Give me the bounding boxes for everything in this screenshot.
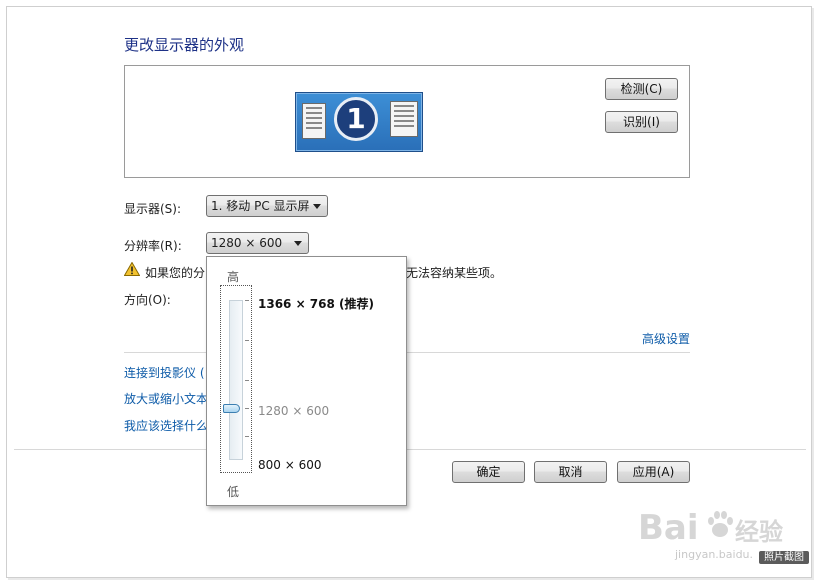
slider-tick bbox=[245, 436, 249, 437]
warning-icon bbox=[124, 262, 140, 276]
display-label: 显示器(S): bbox=[124, 202, 182, 216]
monitor-thumbnail-window-right bbox=[390, 101, 418, 137]
slider-high-label: 高 bbox=[227, 270, 240, 284]
text-size-link[interactable]: 放大或缩小文本 bbox=[124, 390, 208, 407]
footer-divider bbox=[14, 449, 806, 450]
ok-button[interactable]: 确定 bbox=[452, 461, 525, 483]
warning-text-end: 无法容纳某些项。 bbox=[406, 266, 503, 280]
display-select[interactable]: 1. 移动 PC 显示屏 bbox=[206, 195, 328, 217]
baidu-watermark-brand: Bai bbox=[638, 508, 699, 548]
screenshot-tag: 照片截图 bbox=[759, 551, 809, 564]
resolution-slider[interactable] bbox=[220, 285, 252, 473]
orientation-label: 方向(O): bbox=[124, 293, 171, 307]
detect-button[interactable]: 检测(C) bbox=[605, 78, 678, 100]
slider-track bbox=[229, 300, 243, 460]
resolution-select-value: 1280 × 600 bbox=[211, 236, 283, 250]
slider-tick bbox=[245, 408, 249, 409]
advanced-settings-link[interactable]: 高级设置 bbox=[642, 330, 690, 347]
display-help-link[interactable]: 我应该选择什么 bbox=[124, 417, 208, 434]
monitor-preview-area: 1 检测(C) 识别(I) bbox=[124, 65, 690, 178]
baidu-paw-icon bbox=[708, 511, 733, 537]
identify-button[interactable]: 识别(I) bbox=[605, 111, 678, 133]
monitor-number-badge: 1 bbox=[334, 97, 378, 141]
baidu-watermark-jingyan: 经验 bbox=[735, 518, 783, 546]
monitor-thumbnail-window-left bbox=[302, 103, 326, 139]
baidu-watermark-url: jingyan.baidu. bbox=[675, 548, 754, 561]
resolution-select[interactable]: 1280 × 600 bbox=[206, 232, 309, 254]
cancel-button[interactable]: 取消 bbox=[534, 461, 607, 483]
slider-thumb[interactable] bbox=[223, 404, 240, 413]
slider-low-label: 低 bbox=[227, 485, 240, 499]
resolution-option-recommended[interactable]: 1366 × 768 (推荐) bbox=[258, 295, 374, 312]
resolution-label: 分辨率(R): bbox=[124, 239, 182, 253]
apply-button[interactable]: 应用(A) bbox=[617, 461, 690, 483]
warning-text-start: 如果您的分 bbox=[145, 266, 206, 280]
chevron-down-icon bbox=[313, 204, 321, 209]
display-select-value: 1. 移动 PC 显示屏 bbox=[211, 199, 310, 213]
resolution-dropdown-popup: 高 1366 × 768 (推荐) 1280 × 600 800 × 600 低 bbox=[206, 256, 407, 506]
slider-tick bbox=[245, 380, 249, 381]
connect-projector-link[interactable]: 连接到投影仪 ( bbox=[124, 364, 205, 381]
page-title: 更改显示器的外观 bbox=[124, 36, 245, 54]
resolution-option-current[interactable]: 1280 × 600 bbox=[258, 404, 329, 418]
slider-tick bbox=[245, 340, 249, 341]
monitor-1-tile[interactable]: 1 bbox=[295, 92, 423, 152]
chevron-down-icon bbox=[294, 241, 302, 246]
slider-tick bbox=[245, 300, 249, 301]
resolution-option-low[interactable]: 800 × 600 bbox=[258, 458, 322, 472]
